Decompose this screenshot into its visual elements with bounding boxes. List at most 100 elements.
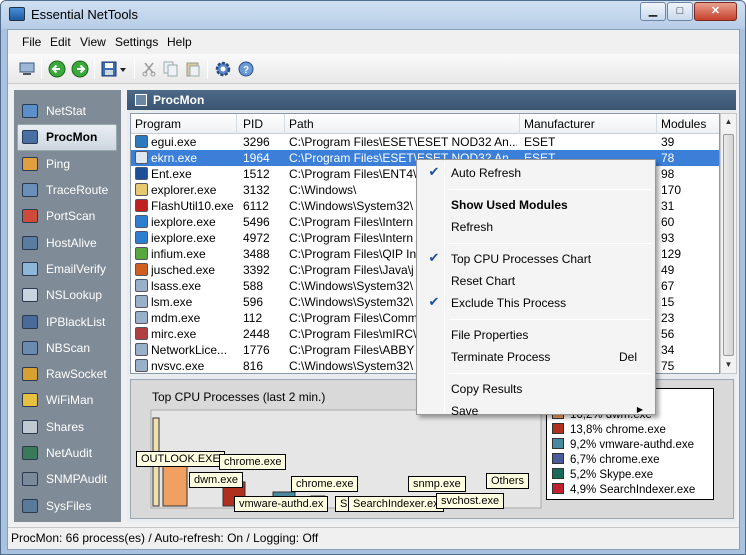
col-manufacturer[interactable]: Manufacturer xyxy=(524,117,595,131)
menu-item-label: Top CPU Processes Chart xyxy=(451,252,592,266)
ctx-copy-results[interactable]: Copy Results xyxy=(419,379,653,399)
menu-help[interactable]: Help xyxy=(167,35,192,49)
menu-item-label: Show Used Modules xyxy=(451,198,568,212)
sidebar-item-netaudit[interactable]: NetAudit xyxy=(14,440,121,466)
program-icon xyxy=(135,215,148,228)
cell-pid: 3488 xyxy=(243,247,270,261)
cell-modules: 23 xyxy=(661,311,675,325)
menu-shortcut: Del xyxy=(618,350,637,364)
ctx-save[interactable]: Save ▶ xyxy=(419,401,653,421)
forward-arrow-icon[interactable] xyxy=(70,59,90,79)
chart-callout-label: OUTLOOK.EXE xyxy=(136,451,225,467)
program-icon xyxy=(135,167,148,180)
chart-callout-label: svchost.exe xyxy=(436,493,505,509)
cell-pid: 3296 xyxy=(243,135,270,149)
scroll-up-icon[interactable]: ▲ xyxy=(721,114,736,130)
sidebar-item-hostalive[interactable]: HostAlive xyxy=(14,229,121,255)
menu-view[interactable]: View xyxy=(80,35,106,49)
ctx-file-properties[interactable]: File Properties xyxy=(419,325,653,345)
sidebar-item-label: IPBlackList xyxy=(46,314,106,329)
table-row[interactable]: egui.exe 3296 C:\Program Files\ESET\ESET N… xyxy=(131,134,719,150)
wifiman-icon xyxy=(22,393,38,408)
menu-bar: File Edit View Settings Help xyxy=(8,30,739,54)
chart-callout-label: dwm.exe xyxy=(189,472,244,488)
computer-icon[interactable] xyxy=(17,59,37,79)
ctx-refresh[interactable]: Refresh xyxy=(419,217,653,237)
sidebar-item-portscan[interactable]: PortScan xyxy=(14,203,121,229)
copy-icon[interactable] xyxy=(161,59,181,79)
legend-swatch xyxy=(552,468,564,479)
menu-settings[interactable]: Settings xyxy=(115,35,158,49)
col-program[interactable]: Program xyxy=(135,117,181,131)
legend-label: 5,2% Skype.exe xyxy=(570,469,654,481)
cell-program: mdm.exe xyxy=(151,311,201,325)
col-path[interactable]: Path xyxy=(289,117,314,131)
sidebar-item-nbscan[interactable]: NBScan xyxy=(14,335,121,361)
sidebar-item-label: SysFiles xyxy=(46,498,92,513)
back-arrow-icon[interactable] xyxy=(47,59,67,79)
title-bar[interactable]: Essential NetTools ▁ □ ✕ xyxy=(1,1,745,29)
sidebar-item-label: TraceRoute xyxy=(46,183,109,198)
save-dropdown-icon[interactable] xyxy=(100,59,130,79)
ctx-terminate-process[interactable]: Terminate Process Del xyxy=(419,347,653,367)
sidebar-item-nslookup[interactable]: NSLookup xyxy=(14,282,121,308)
ctx-auto-refresh[interactable]: ✔ Auto Refresh xyxy=(419,163,653,183)
sidebar-item-rawsocket[interactable]: RawSocket xyxy=(14,361,121,387)
sidebar-item-netstat[interactable]: NetStat xyxy=(14,98,121,124)
chart-callout-label: chrome.exe xyxy=(219,454,287,470)
help-icon[interactable]: ? xyxy=(236,59,256,79)
shares-icon xyxy=(22,419,38,434)
program-icon xyxy=(135,135,148,148)
ctx-exclude-this-process[interactable]: ✔ Exclude This Process xyxy=(419,293,653,313)
cell-pid: 596 xyxy=(243,295,264,309)
svg-text:?: ? xyxy=(243,65,249,76)
scroll-down-icon[interactable]: ▼ xyxy=(721,357,736,373)
sidebar-item-emailverify[interactable]: EmailVerify xyxy=(14,256,121,282)
cell-program: infium.exe xyxy=(151,247,206,261)
sidebar-item-traceroute[interactable]: TraceRoute xyxy=(14,177,121,203)
sidebar-item-wifiman[interactable]: WiFiMan xyxy=(14,387,121,413)
menu-item-label: Reset Chart xyxy=(451,274,516,288)
menu-edit[interactable]: Edit xyxy=(50,35,71,49)
cell-program: Ent.exe xyxy=(151,167,192,181)
sidebar-item-snmpaudit[interactable]: SNMPAudit xyxy=(14,466,121,492)
cut-icon[interactable] xyxy=(139,59,159,79)
cell-modules: 67 xyxy=(661,279,675,293)
paste-icon[interactable] xyxy=(183,59,203,79)
list-scrollbar[interactable]: ▲ ▼ xyxy=(720,113,737,374)
settings-gear-icon[interactable] xyxy=(213,59,233,79)
legend-swatch xyxy=(552,438,564,449)
ctx-show-used-modules[interactable]: Show Used Modules xyxy=(419,195,653,215)
program-icon xyxy=(135,199,148,212)
cell-program: jusched.exe xyxy=(151,263,216,277)
maximize-button[interactable]: □ xyxy=(667,2,693,21)
panel-title: ProcMon xyxy=(153,93,205,107)
cell-pid: 816 xyxy=(243,359,264,373)
sidebar-item-label: RawSocket xyxy=(46,367,107,382)
cell-modules: 56 xyxy=(661,327,675,341)
scroll-thumb[interactable] xyxy=(723,134,734,356)
col-pid[interactable]: PID xyxy=(243,117,263,131)
cell-modules: 93 xyxy=(661,231,675,245)
program-icon xyxy=(135,327,148,340)
minimize-button[interactable]: ▁ xyxy=(640,2,666,21)
close-button[interactable]: ✕ xyxy=(694,2,737,21)
sidebar-item-procmon[interactable]: ProcMon xyxy=(17,124,117,151)
menu-item-label: Exclude This Process xyxy=(451,296,567,310)
procmon-icon xyxy=(22,130,38,145)
menu-file[interactable]: File xyxy=(22,35,41,49)
rawsocket-icon xyxy=(22,367,38,382)
legend-label: 4,9% SearchIndexer.exe xyxy=(570,484,696,496)
sidebar-item-ipblacklist[interactable]: IPBlackList xyxy=(14,308,121,334)
program-icon xyxy=(135,311,148,324)
cell-pid: 588 xyxy=(243,279,264,293)
sidebar-item-shares[interactable]: Shares xyxy=(14,414,121,440)
ctx-reset-chart[interactable]: Reset Chart xyxy=(419,271,653,291)
ctx-top-cpu-processes-chart[interactable]: ✔ Top CPU Processes Chart xyxy=(419,249,653,269)
sidebar-item-ping[interactable]: Ping xyxy=(14,151,121,177)
sidebar-item-sysfiles[interactable]: SysFiles xyxy=(14,492,121,518)
legend-label: 13,8% chrome.exe xyxy=(570,424,666,436)
cell-path: C:\Program Files\ESET\ESET NOD32 An... xyxy=(289,135,517,149)
col-modules[interactable]: Modules xyxy=(661,117,706,131)
snmpaudit-icon xyxy=(22,472,38,487)
